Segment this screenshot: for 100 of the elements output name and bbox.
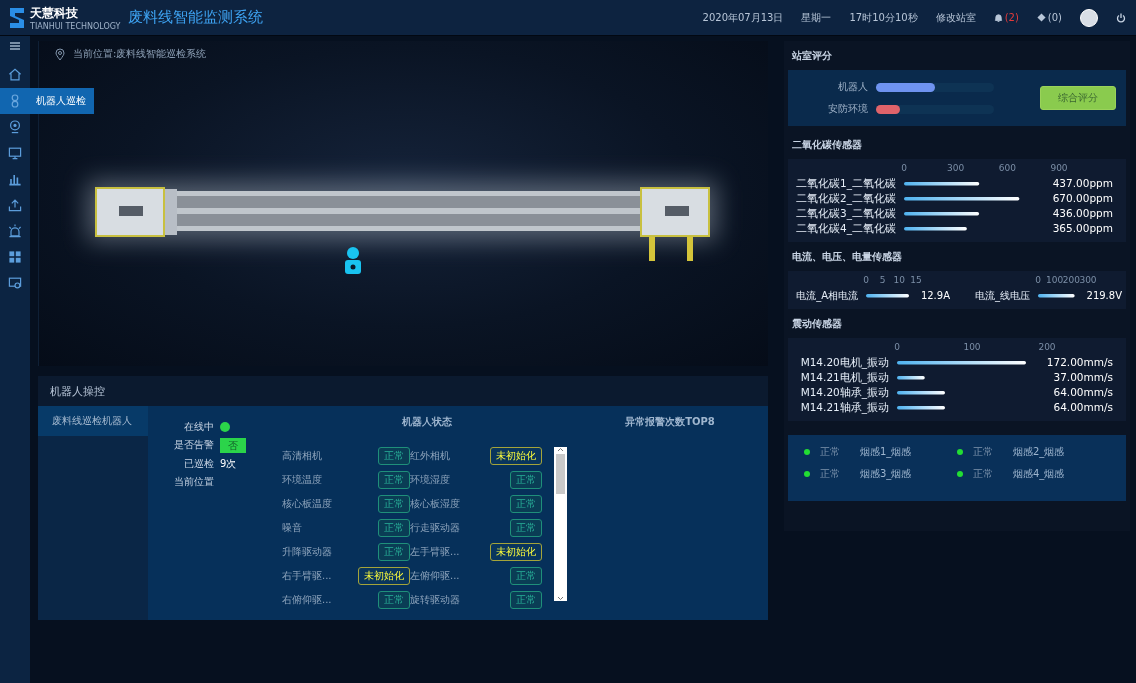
status-tag: 未初始化: [490, 447, 542, 465]
panel-title: 站室评分: [791, 49, 833, 63]
info-label: 在线中: [183, 420, 214, 434]
status-name: 环境湿度: [410, 473, 451, 487]
date: 2020年07月13日: [702, 10, 784, 25]
status-name: 核心板温度: [282, 497, 333, 511]
status-tag: 正常: [378, 471, 410, 489]
bar: [866, 294, 909, 298]
value-label: 64.00mm/s: [1053, 401, 1113, 413]
value-label: 436.00ppm: [1052, 207, 1113, 219]
status-name: 行走驱动器: [410, 521, 461, 535]
chart-label: 电流_A相电流: [796, 290, 858, 301]
sensor-name: 烟感3_烟感: [860, 467, 912, 481]
bar: [1038, 294, 1075, 298]
status-tag: 正常: [378, 543, 410, 561]
status-text: 正常: [820, 445, 841, 459]
value-label: 365.00ppm: [1052, 222, 1113, 234]
status-tag: 正常: [378, 447, 410, 465]
chart-label: M14.20轴承_振动: [800, 386, 889, 398]
menu-icon[interactable]: [10, 42, 20, 50]
status-name: 左手臂驱...: [410, 545, 461, 559]
value-label: 219.8V: [1086, 290, 1122, 301]
status-name: 右俯仰驱...: [282, 593, 333, 607]
status-tag: 正常: [510, 591, 542, 609]
status-name: 升降驱动器: [282, 545, 333, 559]
message-count: (0): [1047, 12, 1062, 23]
status-name: 旋转驱动器: [410, 593, 461, 607]
status-tag: 未初始化: [358, 567, 410, 585]
logo-icon: [8, 5, 26, 30]
value-label: 12.9A: [920, 290, 950, 301]
message-icon[interactable]: [1036, 13, 1046, 22]
tick-label: 200: [1038, 342, 1056, 352]
tick-label: 0: [863, 275, 869, 285]
scrollbar[interactable]: [554, 447, 567, 601]
chart-label: M14.20电机_振动: [800, 356, 889, 368]
info-label: 已巡检: [183, 457, 214, 471]
bar: [904, 227, 967, 231]
tick-label: 900: [1050, 163, 1068, 173]
alarm-flag: 否: [220, 438, 246, 453]
chart-label: 二氧化碳3_二氧化碳: [796, 207, 896, 219]
power-icon[interactable]: [1116, 12, 1126, 23]
status-tag: 正常: [510, 567, 542, 585]
tick-label: 0: [1035, 275, 1041, 285]
bar: [897, 391, 945, 395]
info-label: 当前位置: [173, 475, 214, 489]
sensor-name: 烟感4_烟感: [1013, 467, 1065, 481]
tick-label: 5: [879, 275, 886, 285]
nav-tooltip: 机器人巡检: [30, 88, 94, 114]
status-name: 环境温度: [282, 473, 323, 487]
bar: [897, 376, 925, 380]
tick-label: 100: [1046, 275, 1064, 285]
location-pin-icon: [55, 47, 65, 61]
status-name: 噪音: [282, 521, 303, 535]
panel-title: 机器人操控: [38, 376, 768, 406]
monitor-icon: [7, 145, 23, 161]
breadcrumb: 当前位置:废料线智能巡检系统: [73, 47, 207, 61]
time: 17时10分10秒: [849, 10, 918, 25]
alarm-count: (2): [1004, 12, 1019, 23]
brand-subtitle: TIANHUI TECHNOLOGY: [30, 21, 121, 31]
tick-label: 15: [910, 275, 922, 285]
alarm-light-icon: [7, 223, 23, 239]
status-tag: 未初始化: [490, 543, 542, 561]
avatar[interactable]: [1080, 8, 1098, 27]
bar: [897, 406, 945, 410]
score-label: 机器人: [837, 80, 868, 94]
score-label: 安防环境: [827, 102, 868, 116]
bell-icon[interactable]: [993, 13, 1003, 22]
status-tag: 正常: [510, 495, 542, 513]
sensor-name: 烟感1_烟感: [860, 445, 912, 459]
status-tag: 正常: [378, 591, 410, 609]
status-tag: 正常: [510, 519, 542, 537]
chevron-down-icon[interactable]: [557, 596, 564, 601]
overall-score-button[interactable]: 综合评分: [1040, 86, 1116, 110]
change-station-link[interactable]: 修改站室: [935, 10, 976, 25]
section-title: 异常报警次数TOP8: [624, 415, 716, 429]
chart-label: M14.21电机_振动: [800, 371, 889, 383]
scrollbar-thumb[interactable]: [556, 454, 565, 494]
status-name: 红外相机: [410, 449, 451, 463]
tick-label: 0: [894, 342, 900, 352]
tick-label: 0: [901, 163, 907, 173]
chart-label: 二氧化碳2_二氧化碳: [796, 192, 896, 204]
chart-label: 电流_线电压: [975, 290, 1030, 301]
weekday: 星期一: [801, 10, 832, 25]
robot-list-item[interactable]: 废料线巡检机器人: [38, 406, 148, 436]
robot-icon: [345, 247, 361, 274]
grid-icon: [7, 249, 23, 265]
tick-label: 200: [1062, 275, 1080, 285]
value-label: 670.00ppm: [1052, 192, 1113, 204]
info-label: 是否告警: [173, 438, 214, 452]
value-label: 37.00mm/s: [1053, 371, 1113, 383]
tick-label: 100: [963, 342, 981, 352]
upload-icon: [7, 197, 23, 213]
chart-label: M14.21轴承_振动: [800, 401, 889, 413]
status-text: 正常: [973, 467, 994, 481]
chevron-up-icon[interactable]: [557, 447, 564, 452]
status-name: 核心板湿度: [410, 497, 461, 511]
value-label: 64.00mm/s: [1053, 386, 1113, 398]
status-name: 左俯仰驱...: [410, 569, 461, 583]
status-name: 高清相机: [282, 449, 323, 463]
panel-title: 二氧化碳传感器: [791, 138, 863, 152]
